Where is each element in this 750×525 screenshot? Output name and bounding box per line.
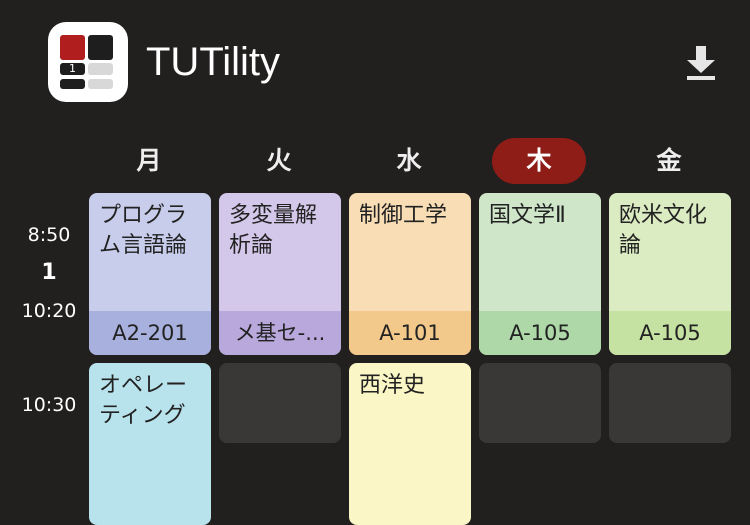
- empty-slot-tue-2[interactable]: [219, 363, 341, 443]
- empty-slot-fri-2[interactable]: [609, 363, 731, 443]
- class-card-wed-2[interactable]: 西洋史: [349, 363, 471, 525]
- weekday-header: 月 火 水 木 金: [0, 138, 750, 186]
- class-room: A-105: [609, 311, 731, 355]
- class-room: A-101: [349, 311, 471, 355]
- class-name: 国文学Ⅱ: [489, 203, 566, 228]
- period1-number: 1: [41, 260, 57, 285]
- day-fri[interactable]: 金: [622, 138, 716, 184]
- day-wed[interactable]: 水: [362, 138, 456, 184]
- class-card-mon-1[interactable]: プログラム言語論 A2-201: [89, 193, 211, 355]
- class-room: A-105: [479, 311, 601, 355]
- class-card-wed-1[interactable]: 制御工学 A-101: [349, 193, 471, 355]
- day-mon[interactable]: 月: [102, 138, 196, 184]
- class-name: 西洋史: [359, 373, 426, 398]
- class-card-mon-2[interactable]: オペレーティング: [89, 363, 211, 525]
- download-button[interactable]: [682, 43, 724, 83]
- class-room: メ基セ-...: [219, 311, 341, 355]
- app-header: 1 TUTility: [0, 0, 750, 120]
- class-name: 欧米文化論: [619, 203, 708, 258]
- download-icon: [687, 46, 715, 80]
- class-name: 制御工学: [359, 203, 448, 228]
- period-times: 8:50 1 10:20 10:30: [0, 0, 90, 422]
- day-tue[interactable]: 火: [232, 138, 326, 184]
- period1-start: 8:50: [27, 224, 71, 246]
- class-room: A2-201: [89, 311, 211, 355]
- class-card-fri-1[interactable]: 欧米文化論 A-105: [609, 193, 731, 355]
- class-name: 多変量解析論: [229, 203, 318, 258]
- app-title: TUTility: [146, 40, 281, 84]
- empty-slot-thu-2[interactable]: [479, 363, 601, 443]
- class-card-tue-1[interactable]: 多変量解析論 メ基セ-...: [219, 193, 341, 355]
- class-card-thu-1[interactable]: 国文学Ⅱ A-105: [479, 193, 601, 355]
- class-name: プログラム言語論: [99, 203, 188, 258]
- class-name: オペレーティング: [99, 373, 188, 428]
- day-thu-today[interactable]: 木: [492, 138, 586, 184]
- period2-start: 10:30: [21, 394, 77, 416]
- period1-end: 10:20: [21, 300, 77, 322]
